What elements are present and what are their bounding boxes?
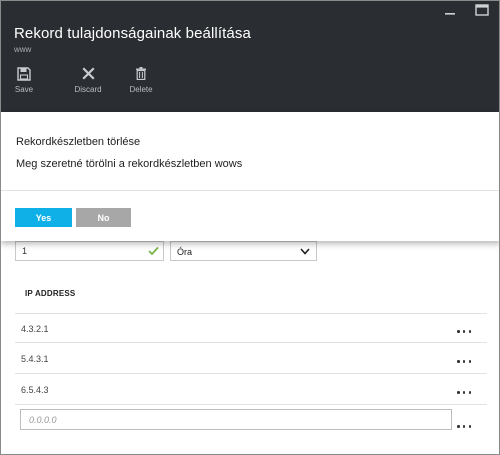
window-controls xyxy=(441,3,491,17)
more-icon[interactable] xyxy=(457,391,471,394)
dialog-title: Rekordkészletben törlése xyxy=(16,136,141,148)
minimize-button[interactable] xyxy=(441,3,459,17)
discard-label: Discard xyxy=(74,85,102,94)
checkmark-icon xyxy=(148,246,159,256)
dialog-divider xyxy=(1,190,499,191)
ip-address-value: 4.3.2.1 xyxy=(21,324,49,334)
ttl-unit-value: Óra xyxy=(177,247,193,257)
command-bar: Save Discard Delete xyxy=(13,65,169,94)
new-ip-address-input[interactable]: 0.0.0.0 xyxy=(20,409,452,430)
more-icon[interactable] xyxy=(457,330,471,333)
ip-address-column-header: IP ADDRESS xyxy=(25,289,76,298)
maximize-button[interactable] xyxy=(473,3,491,17)
delete-button[interactable]: Delete xyxy=(116,65,166,94)
delete-label: Delete xyxy=(129,85,153,94)
ip-address-value: 5.4.3.1 xyxy=(21,354,49,364)
blade-header: Rekord tulajdonságainak beállítása www S… xyxy=(1,1,499,112)
minimize-icon xyxy=(445,13,455,15)
dialog-message: Meg szeretné törölni a rekordkészletben … xyxy=(16,158,243,170)
blade-subtitle: www xyxy=(14,45,32,54)
ip-address-row[interactable]: 6.5.4.3 xyxy=(15,375,487,405)
discard-button[interactable]: Discard xyxy=(63,65,113,94)
ttl-value: 1 xyxy=(22,246,28,256)
ip-address-value: 6.5.4.3 xyxy=(21,385,49,395)
blade-title: Rekord tulajdonságainak beállítása xyxy=(14,25,251,42)
chevron-down-icon xyxy=(300,248,310,255)
maximize-icon xyxy=(475,4,489,16)
yes-button[interactable]: Yes xyxy=(15,208,72,227)
save-label: Save xyxy=(14,85,34,94)
ttl-input[interactable]: 1 xyxy=(15,241,164,261)
new-ip-placeholder: 0.0.0.0 xyxy=(29,415,57,425)
delete-icon xyxy=(136,67,146,80)
discard-icon xyxy=(81,67,95,80)
more-icon[interactable] xyxy=(457,425,471,428)
ttl-unit-select[interactable]: Óra xyxy=(170,241,317,261)
save-icon xyxy=(17,66,31,81)
save-button[interactable]: Save xyxy=(13,65,35,94)
delete-confirmation-dialog: Rekordkészletben törlése Meg szeretné tö… xyxy=(1,112,499,241)
ip-address-row[interactable]: 4.3.2.1 xyxy=(15,313,487,343)
record-set-blade: Rekord tulajdonságainak beállítása www S… xyxy=(0,0,500,455)
no-button[interactable]: No xyxy=(76,208,131,227)
ip-address-row[interactable]: 5.4.3.1 xyxy=(15,344,487,374)
more-icon[interactable] xyxy=(457,360,471,363)
